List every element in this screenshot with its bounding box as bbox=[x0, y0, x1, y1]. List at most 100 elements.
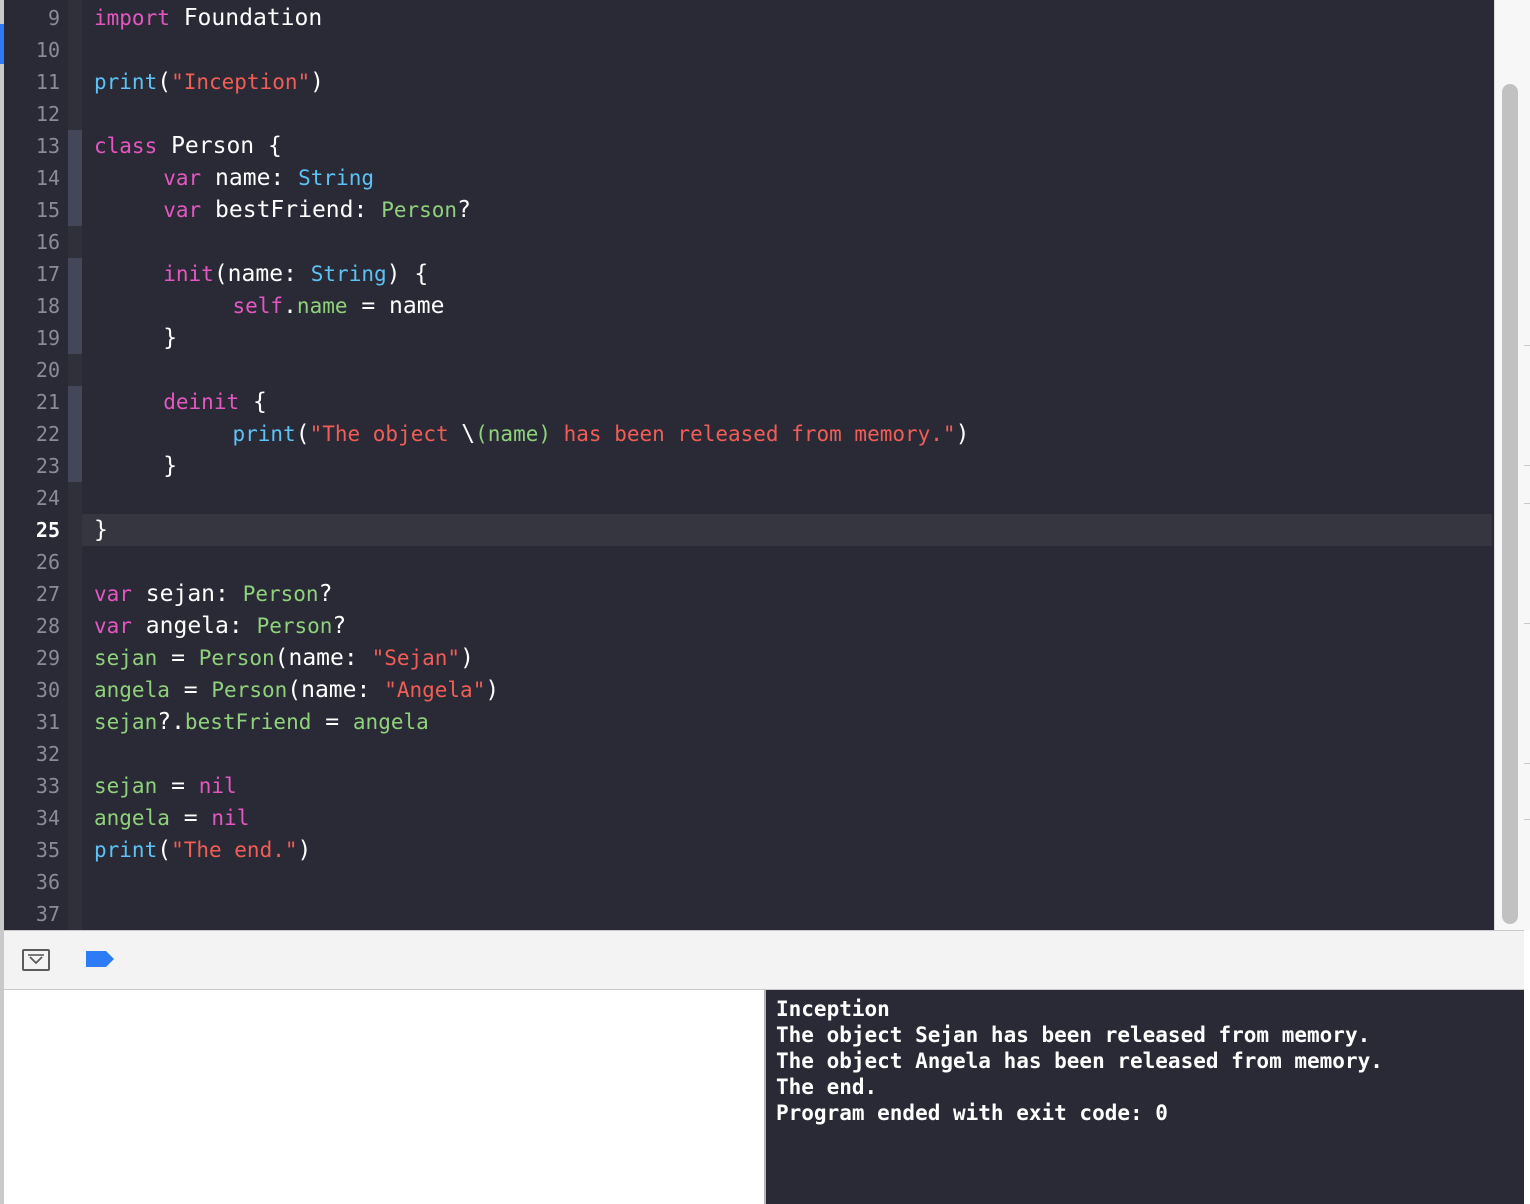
line-number[interactable]: 26 bbox=[4, 546, 60, 578]
line-number[interactable]: 11 bbox=[4, 66, 60, 98]
code-token: = bbox=[157, 645, 199, 671]
line-number[interactable]: 37 bbox=[4, 898, 60, 930]
code-token: = bbox=[311, 709, 353, 735]
line-number[interactable]: 15 bbox=[4, 194, 60, 226]
code-editor[interactable]: 9 10 11 12 13 14 15 16 17 18 19 20 21 22 23 24 25 26 27 28 2… bbox=[0, 0, 1530, 930]
console-line: Program ended with exit code: 0 bbox=[776, 1101, 1168, 1125]
line-number[interactable]: 17 bbox=[4, 258, 60, 290]
variables-view bbox=[4, 990, 764, 1204]
fold-marker-deinit[interactable] bbox=[68, 386, 82, 482]
line-number[interactable]: 9 bbox=[4, 2, 60, 34]
code-line[interactable]: sejan = nil bbox=[94, 770, 237, 802]
code-token: nil bbox=[198, 774, 237, 798]
code-line[interactable]: print("Inception") bbox=[94, 66, 324, 98]
hide-debug-area-button[interactable] bbox=[22, 949, 50, 971]
vertical-scrollbar-thumb[interactable] bbox=[1502, 84, 1518, 924]
line-number[interactable]: 32 bbox=[4, 738, 60, 770]
code-token: = bbox=[157, 773, 199, 799]
code-token: var bbox=[163, 198, 202, 222]
code-line[interactable]: var angela: Person? bbox=[94, 610, 346, 642]
line-number[interactable]: 12 bbox=[4, 98, 60, 130]
code-line[interactable]: var name: String bbox=[94, 162, 374, 194]
fold-marker-init[interactable] bbox=[68, 258, 82, 354]
code-token: ? bbox=[318, 581, 333, 607]
code-token: import bbox=[94, 6, 170, 30]
code-token: angela: bbox=[131, 613, 257, 639]
code-line[interactable]: angela = Person(name: "Angela") bbox=[94, 674, 499, 706]
console-line: Inception bbox=[776, 997, 890, 1021]
line-number[interactable]: 34 bbox=[4, 802, 60, 834]
code-line[interactable]: print("The end.") bbox=[94, 834, 311, 866]
code-line[interactable]: var bestFriend: Person? bbox=[94, 194, 471, 226]
line-number[interactable]: 10 bbox=[4, 34, 60, 66]
breakpoint-icon[interactable] bbox=[84, 949, 116, 969]
console-line: The end. bbox=[776, 1075, 878, 1099]
line-number[interactable]: 35 bbox=[4, 834, 60, 866]
code-line[interactable]: angela = nil bbox=[94, 802, 249, 834]
code-token: "Sejan" bbox=[371, 646, 461, 670]
code-token: String bbox=[310, 262, 387, 286]
line-number[interactable]: 31 bbox=[4, 706, 60, 738]
code-token: { bbox=[239, 389, 267, 415]
code-token: ?. bbox=[157, 709, 185, 735]
line-number[interactable]: 23 bbox=[4, 450, 60, 482]
code-token: ? bbox=[332, 613, 347, 639]
line-number[interactable]: 28 bbox=[4, 610, 60, 642]
code-token: sejan bbox=[94, 646, 158, 670]
code-token: Person bbox=[198, 646, 275, 670]
code-token: angela bbox=[94, 806, 170, 830]
line-number[interactable]: 25 bbox=[4, 514, 60, 546]
code-token: ) bbox=[460, 645, 474, 671]
code-token: (name) bbox=[475, 422, 551, 446]
code-token: angela bbox=[94, 678, 170, 702]
line-number[interactable]: 29 bbox=[4, 642, 60, 674]
line-number[interactable]: 21 bbox=[4, 386, 60, 418]
code-line[interactable]: class Person { bbox=[94, 130, 282, 162]
line-number[interactable]: 16 bbox=[4, 226, 60, 258]
code-line[interactable]: sejan = Person(name: "Sejan") bbox=[94, 642, 474, 674]
code-line[interactable]: sejan?.bestFriend = angela bbox=[94, 706, 429, 738]
line-number[interactable]: 36 bbox=[4, 866, 60, 898]
gutter-change-indicator bbox=[0, 24, 4, 64]
line-number[interactable]: 18 bbox=[4, 290, 60, 322]
code-token: ( bbox=[295, 421, 310, 447]
code-token: var bbox=[163, 166, 202, 190]
code-token: ( bbox=[157, 837, 172, 863]
code-token: has been released from memory." bbox=[551, 422, 956, 446]
code-token: class bbox=[94, 134, 158, 158]
code-line[interactable]: self.name = name bbox=[94, 290, 444, 322]
code-token: deinit bbox=[163, 390, 240, 414]
code-line[interactable]: init(name: String) { bbox=[94, 258, 428, 290]
console-output[interactable]: Inception The object Sejan has been rele… bbox=[766, 990, 1524, 1204]
code-token: print bbox=[94, 70, 158, 94]
code-line[interactable]: } bbox=[94, 450, 177, 482]
code-line[interactable]: } bbox=[94, 322, 177, 354]
code-token: bestFriend: bbox=[201, 197, 382, 223]
code-line[interactable]: print("The object \(name) has been relea… bbox=[94, 418, 969, 450]
current-line-highlight bbox=[82, 514, 1492, 546]
code-token: ) bbox=[310, 69, 325, 95]
code-token: nil bbox=[211, 806, 250, 830]
code-line[interactable]: } bbox=[94, 514, 108, 546]
code-line[interactable]: deinit { bbox=[94, 386, 267, 418]
line-number[interactable]: 30 bbox=[4, 674, 60, 706]
code-line[interactable]: var sejan: Person? bbox=[94, 578, 332, 610]
fold-marker-class[interactable] bbox=[68, 130, 82, 226]
line-number[interactable]: 27 bbox=[4, 578, 60, 610]
code-token: } bbox=[94, 517, 108, 543]
hide-debug-area-icon bbox=[28, 954, 44, 965]
line-number[interactable]: 14 bbox=[4, 162, 60, 194]
line-number[interactable]: 24 bbox=[4, 482, 60, 514]
code-token: = name bbox=[347, 293, 445, 319]
line-number[interactable]: 20 bbox=[4, 354, 60, 386]
line-number[interactable]: 33 bbox=[4, 770, 60, 802]
line-number[interactable]: 22 bbox=[4, 418, 60, 450]
code-token: print bbox=[232, 422, 296, 446]
line-number[interactable]: 13 bbox=[4, 130, 60, 162]
line-number[interactable]: 19 bbox=[4, 322, 60, 354]
code-token: Person bbox=[381, 198, 458, 222]
code-line[interactable]: import Foundation bbox=[94, 2, 322, 34]
